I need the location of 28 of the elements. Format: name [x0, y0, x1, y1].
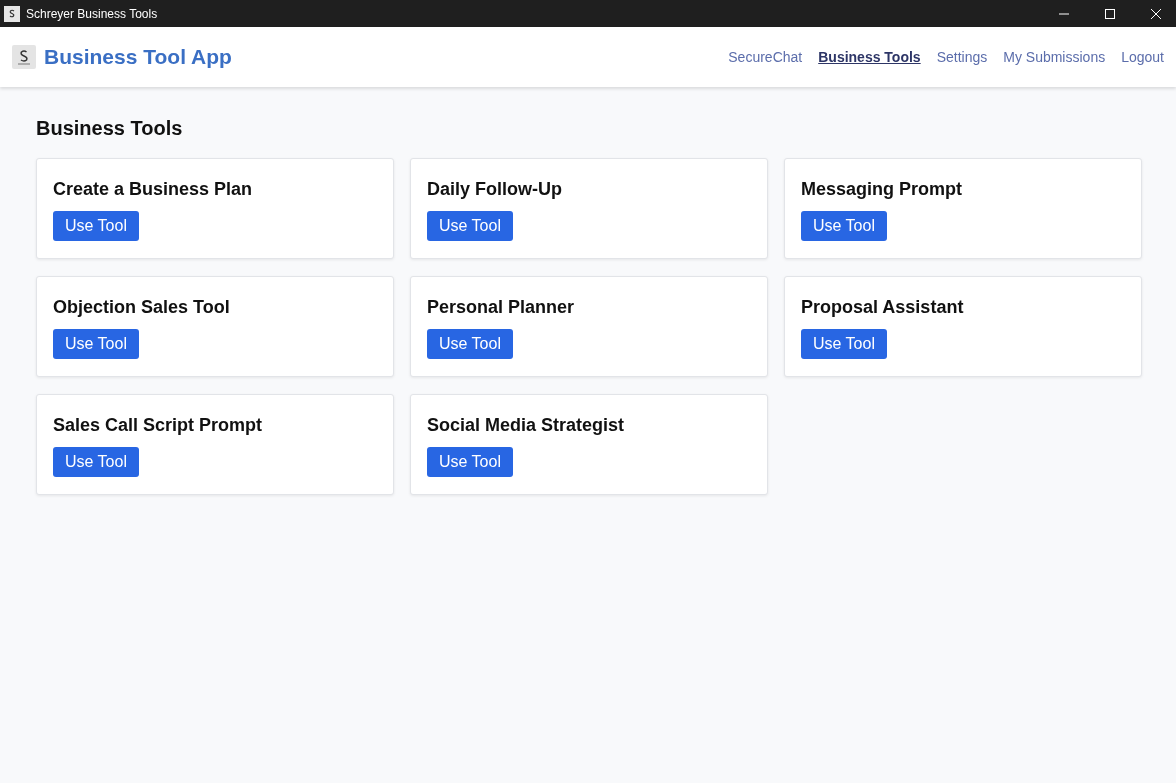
use-tool-button[interactable]: Use Tool	[427, 447, 513, 477]
tool-title: Daily Follow-Up	[427, 179, 562, 200]
tool-title: Messaging Prompt	[801, 179, 963, 200]
close-icon[interactable]	[1150, 7, 1162, 20]
app-logo-icon	[12, 45, 36, 69]
page-heading: Business Tools	[36, 117, 184, 140]
use-tool-button[interactable]: Use Tool	[427, 329, 513, 359]
use-tool-button[interactable]: Use Tool	[53, 447, 139, 477]
use-tool-button[interactable]: Use Tool	[801, 329, 887, 359]
tool-title: Sales Call Script Prompt	[53, 415, 263, 436]
tool-title: Create a Business Plan	[53, 179, 253, 200]
app-name: Business Tool App	[44, 45, 232, 69]
tool-title: Social Media Strategist	[427, 415, 625, 436]
tool-title: Personal Planner	[427, 297, 575, 318]
tool-title: Proposal Assistant	[801, 297, 964, 318]
use-tool-button[interactable]: Use Tool	[53, 329, 139, 359]
nav-link[interactable]: My Submissions	[1003, 49, 1106, 65]
nav-link[interactable]: Logout	[1121, 49, 1164, 65]
nav-link[interactable]: Settings	[936, 49, 988, 65]
window-title: Schreyer Business Tools	[26, 6, 158, 21]
tool-title: Objection Sales Tool	[53, 297, 230, 318]
use-tool-button[interactable]: Use Tool	[53, 211, 139, 241]
use-tool-button[interactable]: Use Tool	[427, 211, 513, 241]
use-tool-button[interactable]: Use Tool	[801, 211, 887, 241]
nav-link[interactable]: SecureChat	[728, 49, 803, 65]
maximize-icon[interactable]	[1104, 7, 1116, 20]
app-logo-icon	[4, 5, 20, 22]
nav-link[interactable]: Business Tools	[818, 49, 921, 65]
